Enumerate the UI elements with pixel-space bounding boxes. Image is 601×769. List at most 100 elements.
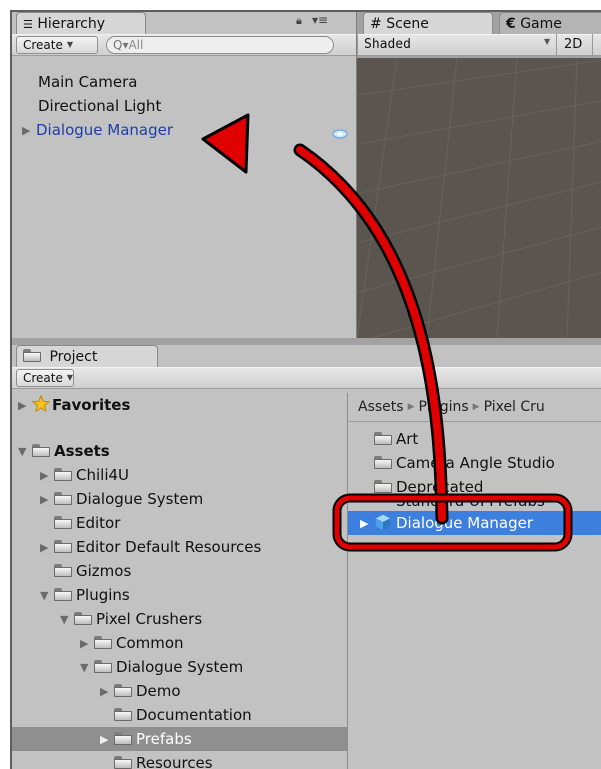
- project-toolbar: Create ▼: [12, 367, 601, 389]
- collapse-arrow-icon[interactable]: ▼: [80, 656, 94, 680]
- hierarchy-panel: ☰ Hierarchy 🔒︎ ▾≡ Create ▼ Q▾All Main Cam…: [12, 12, 357, 338]
- tree-item-documentation[interactable]: Documentation: [114, 703, 252, 727]
- expand-arrow-icon[interactable]: ▶: [100, 680, 114, 704]
- expand-arrow-icon[interactable]: ▶: [100, 728, 114, 752]
- search-placeholder: All: [128, 38, 144, 52]
- project-create-button[interactable]: Create ▼: [16, 369, 74, 387]
- content-item-art[interactable]: Art: [374, 427, 418, 451]
- folder-icon: [114, 732, 132, 745]
- tree-item-dialogue-system-sub[interactable]: ▼ Dialogue System: [80, 655, 243, 679]
- tree-item-demo[interactable]: ▶ Demo: [100, 679, 181, 703]
- hierarchy-item-label: Dialogue Manager: [36, 121, 174, 139]
- content-item-label: Dialogue Manager: [396, 514, 534, 532]
- collapse-arrow-icon[interactable]: ▼: [40, 584, 54, 608]
- folder-icon: [114, 708, 132, 721]
- tab-scene[interactable]: # Scene: [363, 12, 493, 34]
- tree-item-editor[interactable]: Editor: [54, 511, 120, 535]
- tree-item-label: Documentation: [136, 706, 252, 724]
- expand-arrow-icon[interactable]: ▶: [22, 119, 36, 143]
- breadcrumb: Assets ▶ Plugins ▶ Pixel Cru: [358, 399, 545, 415]
- gizmo-icon: [332, 125, 348, 143]
- expand-arrow-icon[interactable]: ▶: [360, 512, 374, 536]
- tree-item-chili4u[interactable]: ▶ Chili4U: [40, 463, 129, 487]
- collapse-arrow-icon[interactable]: ▼: [18, 440, 32, 464]
- tree-item-label: Chili4U: [76, 466, 130, 484]
- tree-item-prefabs[interactable]: ▶ Prefabs: [12, 727, 347, 751]
- content-item-camera-angle-studio[interactable]: Camera Angle Studio: [374, 451, 555, 475]
- expand-arrow-icon[interactable]: ▶: [40, 464, 54, 488]
- hierarchy-create-button[interactable]: Create ▼: [16, 36, 98, 54]
- content-item-label: Art: [396, 430, 419, 448]
- tree-item-editor-default-resources[interactable]: ▶ Editor Default Resources: [40, 535, 261, 559]
- breadcrumb-item[interactable]: Assets: [358, 399, 404, 415]
- panel-menu-icon[interactable]: ▾≡: [312, 13, 328, 27]
- scene-viewport[interactable]: [357, 58, 601, 338]
- tab-game-label: Game: [520, 16, 562, 32]
- hierarchy-item-directional-light[interactable]: Directional Light: [38, 94, 161, 118]
- expand-arrow-icon[interactable]: ▶: [80, 632, 94, 656]
- tab-scene-label: Scene: [386, 16, 429, 32]
- hierarchy-item-dialogue-manager[interactable]: ▶ Dialogue Manager: [22, 118, 173, 142]
- content-item-label: Deprecated: [396, 478, 484, 496]
- tree-item-label: Prefabs: [136, 730, 192, 748]
- project-folder-tree: ▶ Favorites ▼ Assets ▶ Chili4U ▶ Dialogue Sy…: [12, 393, 347, 769]
- hierarchy-search-input[interactable]: Q▾All: [106, 36, 334, 54]
- tree-item-label: Demo: [136, 682, 181, 700]
- lock-icon[interactable]: 🔒︎: [296, 14, 302, 28]
- tree-item-pixel-crushers[interactable]: ▼ Pixel Crushers: [60, 607, 202, 631]
- unity-editor-window: ☰ Hierarchy 🔒︎ ▾≡ Create ▼ Q▾All Main Cam…: [10, 10, 601, 769]
- tree-item-dialogue-system[interactable]: ▶ Dialogue System: [40, 487, 203, 511]
- content-item-label: Standard UI Prefabs: [396, 497, 545, 509]
- tree-item-common[interactable]: ▶ Common: [80, 631, 184, 655]
- hierarchy-tab-label: Hierarchy: [37, 16, 105, 32]
- content-item-standard-ui-prefabs[interactable]: Standard UI Prefabs: [374, 497, 545, 509]
- tree-item-label: Favorites: [52, 396, 131, 414]
- content-item-dialogue-manager[interactable]: ▶ Dialogue Manager: [348, 511, 601, 535]
- breadcrumb-separator-icon: ▶: [407, 402, 415, 412]
- tree-item-plugins[interactable]: ▼ Plugins: [40, 583, 130, 607]
- tree-item-gizmos[interactable]: Gizmos: [54, 559, 131, 583]
- folder-icon: [32, 444, 50, 457]
- dropdown-caret-icon: ▼: [66, 40, 74, 49]
- breadcrumb-item[interactable]: Pixel Cru: [484, 399, 545, 415]
- hierarchy-toolbar: Create ▼ Q▾All: [12, 34, 356, 56]
- folder-icon: [54, 540, 72, 553]
- tree-item-label: Editor: [76, 514, 121, 532]
- tab-game[interactable]: € Game: [499, 12, 601, 34]
- breadcrumb-item[interactable]: Plugins: [418, 399, 468, 415]
- expand-arrow-icon[interactable]: ▶: [18, 394, 32, 418]
- breadcrumb-divider: [348, 421, 601, 422]
- content-item-label: Camera Angle Studio: [396, 454, 555, 472]
- grid-icon: #: [370, 16, 382, 32]
- project-tab[interactable]: Project: [16, 345, 158, 367]
- mode-2d-toggle[interactable]: 2D: [564, 36, 582, 54]
- dropdown-caret-icon[interactable]: ▼: [544, 37, 550, 46]
- tree-item-resources[interactable]: Resources: [114, 751, 213, 769]
- tree-item-assets[interactable]: ▼ Assets: [18, 439, 110, 463]
- tree-item-label: Pixel Crushers: [96, 610, 203, 628]
- content-item-deprecated[interactable]: Deprecated: [374, 475, 483, 499]
- star-icon: [32, 395, 50, 413]
- pacman-icon: €: [506, 16, 516, 32]
- folder-icon: [54, 564, 72, 577]
- scene-panel: # Scene € Game Shaded ▼ 2D: [357, 12, 601, 338]
- folder-icon: [114, 756, 132, 769]
- prefab-cube-icon: [375, 514, 391, 531]
- collapse-arrow-icon[interactable]: ▼: [60, 608, 74, 632]
- folder-icon: [374, 432, 392, 445]
- project-folder-contents: Assets ▶ Plugins ▶ Pixel Cru Art Camera Angl…: [348, 393, 601, 769]
- toolbar-divider: [556, 34, 557, 56]
- hierarchy-create-label: Create: [23, 38, 63, 52]
- expand-arrow-icon[interactable]: ▶: [40, 488, 54, 512]
- tree-item-favorites[interactable]: ▶ Favorites: [18, 393, 130, 417]
- hierarchy-tab[interactable]: ☰ Hierarchy: [16, 12, 146, 34]
- tree-item-label: Assets: [54, 442, 110, 460]
- mode-2d-label: 2D: [564, 37, 583, 52]
- hierarchy-item-main-camera[interactable]: Main Camera: [38, 70, 137, 94]
- project-tab-label: Project: [49, 349, 98, 365]
- shading-mode-dropdown[interactable]: Shaded: [364, 36, 411, 54]
- folder-icon: [94, 636, 112, 649]
- expand-arrow-icon[interactable]: ▶: [40, 536, 54, 560]
- folder-icon: [374, 456, 392, 469]
- hierarchy-item-label: Directional Light: [38, 97, 162, 115]
